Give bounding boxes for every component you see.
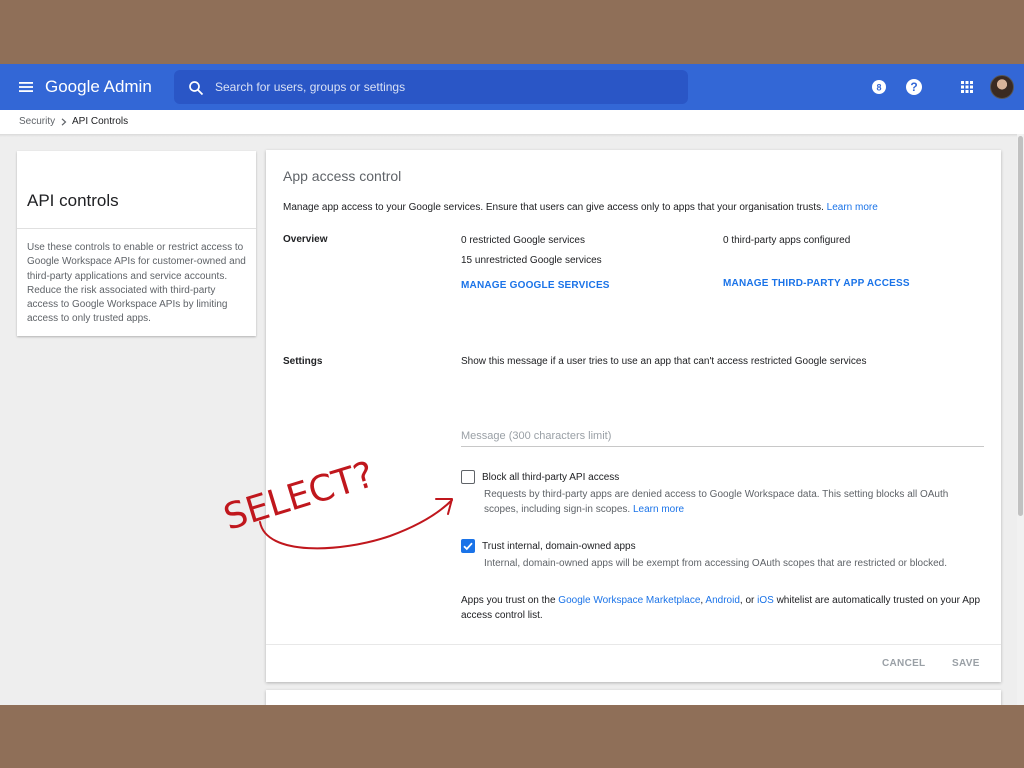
restricted-services-count: 0 restricted Google services <box>461 235 585 246</box>
sidebar-info-card: API controls Use these controls to enabl… <box>17 151 256 336</box>
breadcrumb: Security API Controls <box>0 110 1024 134</box>
user-avatar[interactable] <box>990 75 1014 99</box>
message-input[interactable] <box>461 425 984 447</box>
trust-internal-help: Internal, domain-owned apps will be exem… <box>484 558 948 569</box>
note-comma: , <box>700 595 704 606</box>
help-icon: ? <box>906 79 922 95</box>
trusted-apps-note: Apps you trust on the Google Workspace M… <box>461 594 986 623</box>
page-scrollbar-thumb[interactable] <box>1018 136 1023 516</box>
sidebar-divider <box>17 228 256 229</box>
admin-console-window: Google Admin 8 ? <box>0 64 1024 705</box>
settings-label: Settings <box>283 356 323 367</box>
help-glyph: ? <box>910 80 917 94</box>
intro-text: Manage app access to your Google service… <box>283 202 878 213</box>
sidebar-title: API controls <box>27 191 119 210</box>
search-input[interactable] <box>215 70 675 104</box>
app-access-control-card: App access control Manage app access to … <box>266 150 1001 682</box>
block-all-checkbox[interactable] <box>461 470 475 484</box>
card-title: App access control <box>283 168 402 184</box>
breadcrumb-security[interactable]: Security <box>19 116 55 127</box>
third-party-apps-count: 0 third-party apps configured <box>723 235 851 246</box>
breadcrumb-api-controls: API Controls <box>72 116 129 127</box>
hamburger-menu-icon[interactable] <box>18 79 34 95</box>
next-settings-card <box>266 690 1001 705</box>
search-icon <box>189 81 204 96</box>
settings-description: Show this message if a user tries to use… <box>461 356 867 367</box>
note-prefix: Apps you trust on the <box>461 595 556 606</box>
cancel-button[interactable]: CANCEL <box>882 658 925 669</box>
block-all-label[interactable]: Block all third-party API access <box>482 472 619 483</box>
trust-internal-checkbox[interactable] <box>461 539 475 553</box>
chevron-right-icon <box>61 118 67 126</box>
header-shadow <box>0 134 1024 137</box>
block-all-help: Requests by third-party apps are denied … <box>484 488 954 517</box>
manage-google-services-link[interactable]: MANAGE GOOGLE SERVICES <box>461 280 610 291</box>
apps-launcher-button[interactable] <box>957 77 977 97</box>
apps-grid-icon <box>961 81 973 93</box>
overview-label: Overview <box>283 234 328 245</box>
help-button[interactable]: ? <box>904 77 924 97</box>
notification-badge-icon: 8 <box>872 80 886 94</box>
android-link[interactable]: Android <box>705 595 739 606</box>
marketplace-link[interactable]: Google Workspace Marketplace <box>558 595 700 606</box>
intro-description: Manage app access to your Google service… <box>283 202 824 213</box>
save-button[interactable]: SAVE <box>952 658 980 669</box>
card-footer-divider <box>266 644 1001 645</box>
block-all-help-text: Requests by third-party apps are denied … <box>484 489 949 515</box>
manage-third-party-access-link[interactable]: MANAGE THIRD-PARTY APP ACCESS <box>723 278 910 289</box>
checkmark-icon <box>463 542 473 551</box>
sidebar-description: Use these controls to enable or restrict… <box>27 242 246 325</box>
intro-learn-more-link[interactable]: Learn more <box>827 202 878 213</box>
note-or: , or <box>739 595 755 606</box>
notification-count: 8 <box>876 83 881 93</box>
ios-link[interactable]: iOS <box>757 595 774 606</box>
block-all-learn-more-link[interactable]: Learn more <box>633 504 684 515</box>
trust-internal-label[interactable]: Trust internal, domain-owned apps <box>482 541 636 552</box>
search-bar[interactable] <box>174 70 688 104</box>
unrestricted-services-count: 15 unrestricted Google services <box>461 255 602 266</box>
top-app-bar: Google Admin 8 ? <box>0 64 1024 110</box>
app-logo[interactable]: Google Admin <box>45 76 152 98</box>
notifications-button[interactable]: 8 <box>869 77 889 97</box>
